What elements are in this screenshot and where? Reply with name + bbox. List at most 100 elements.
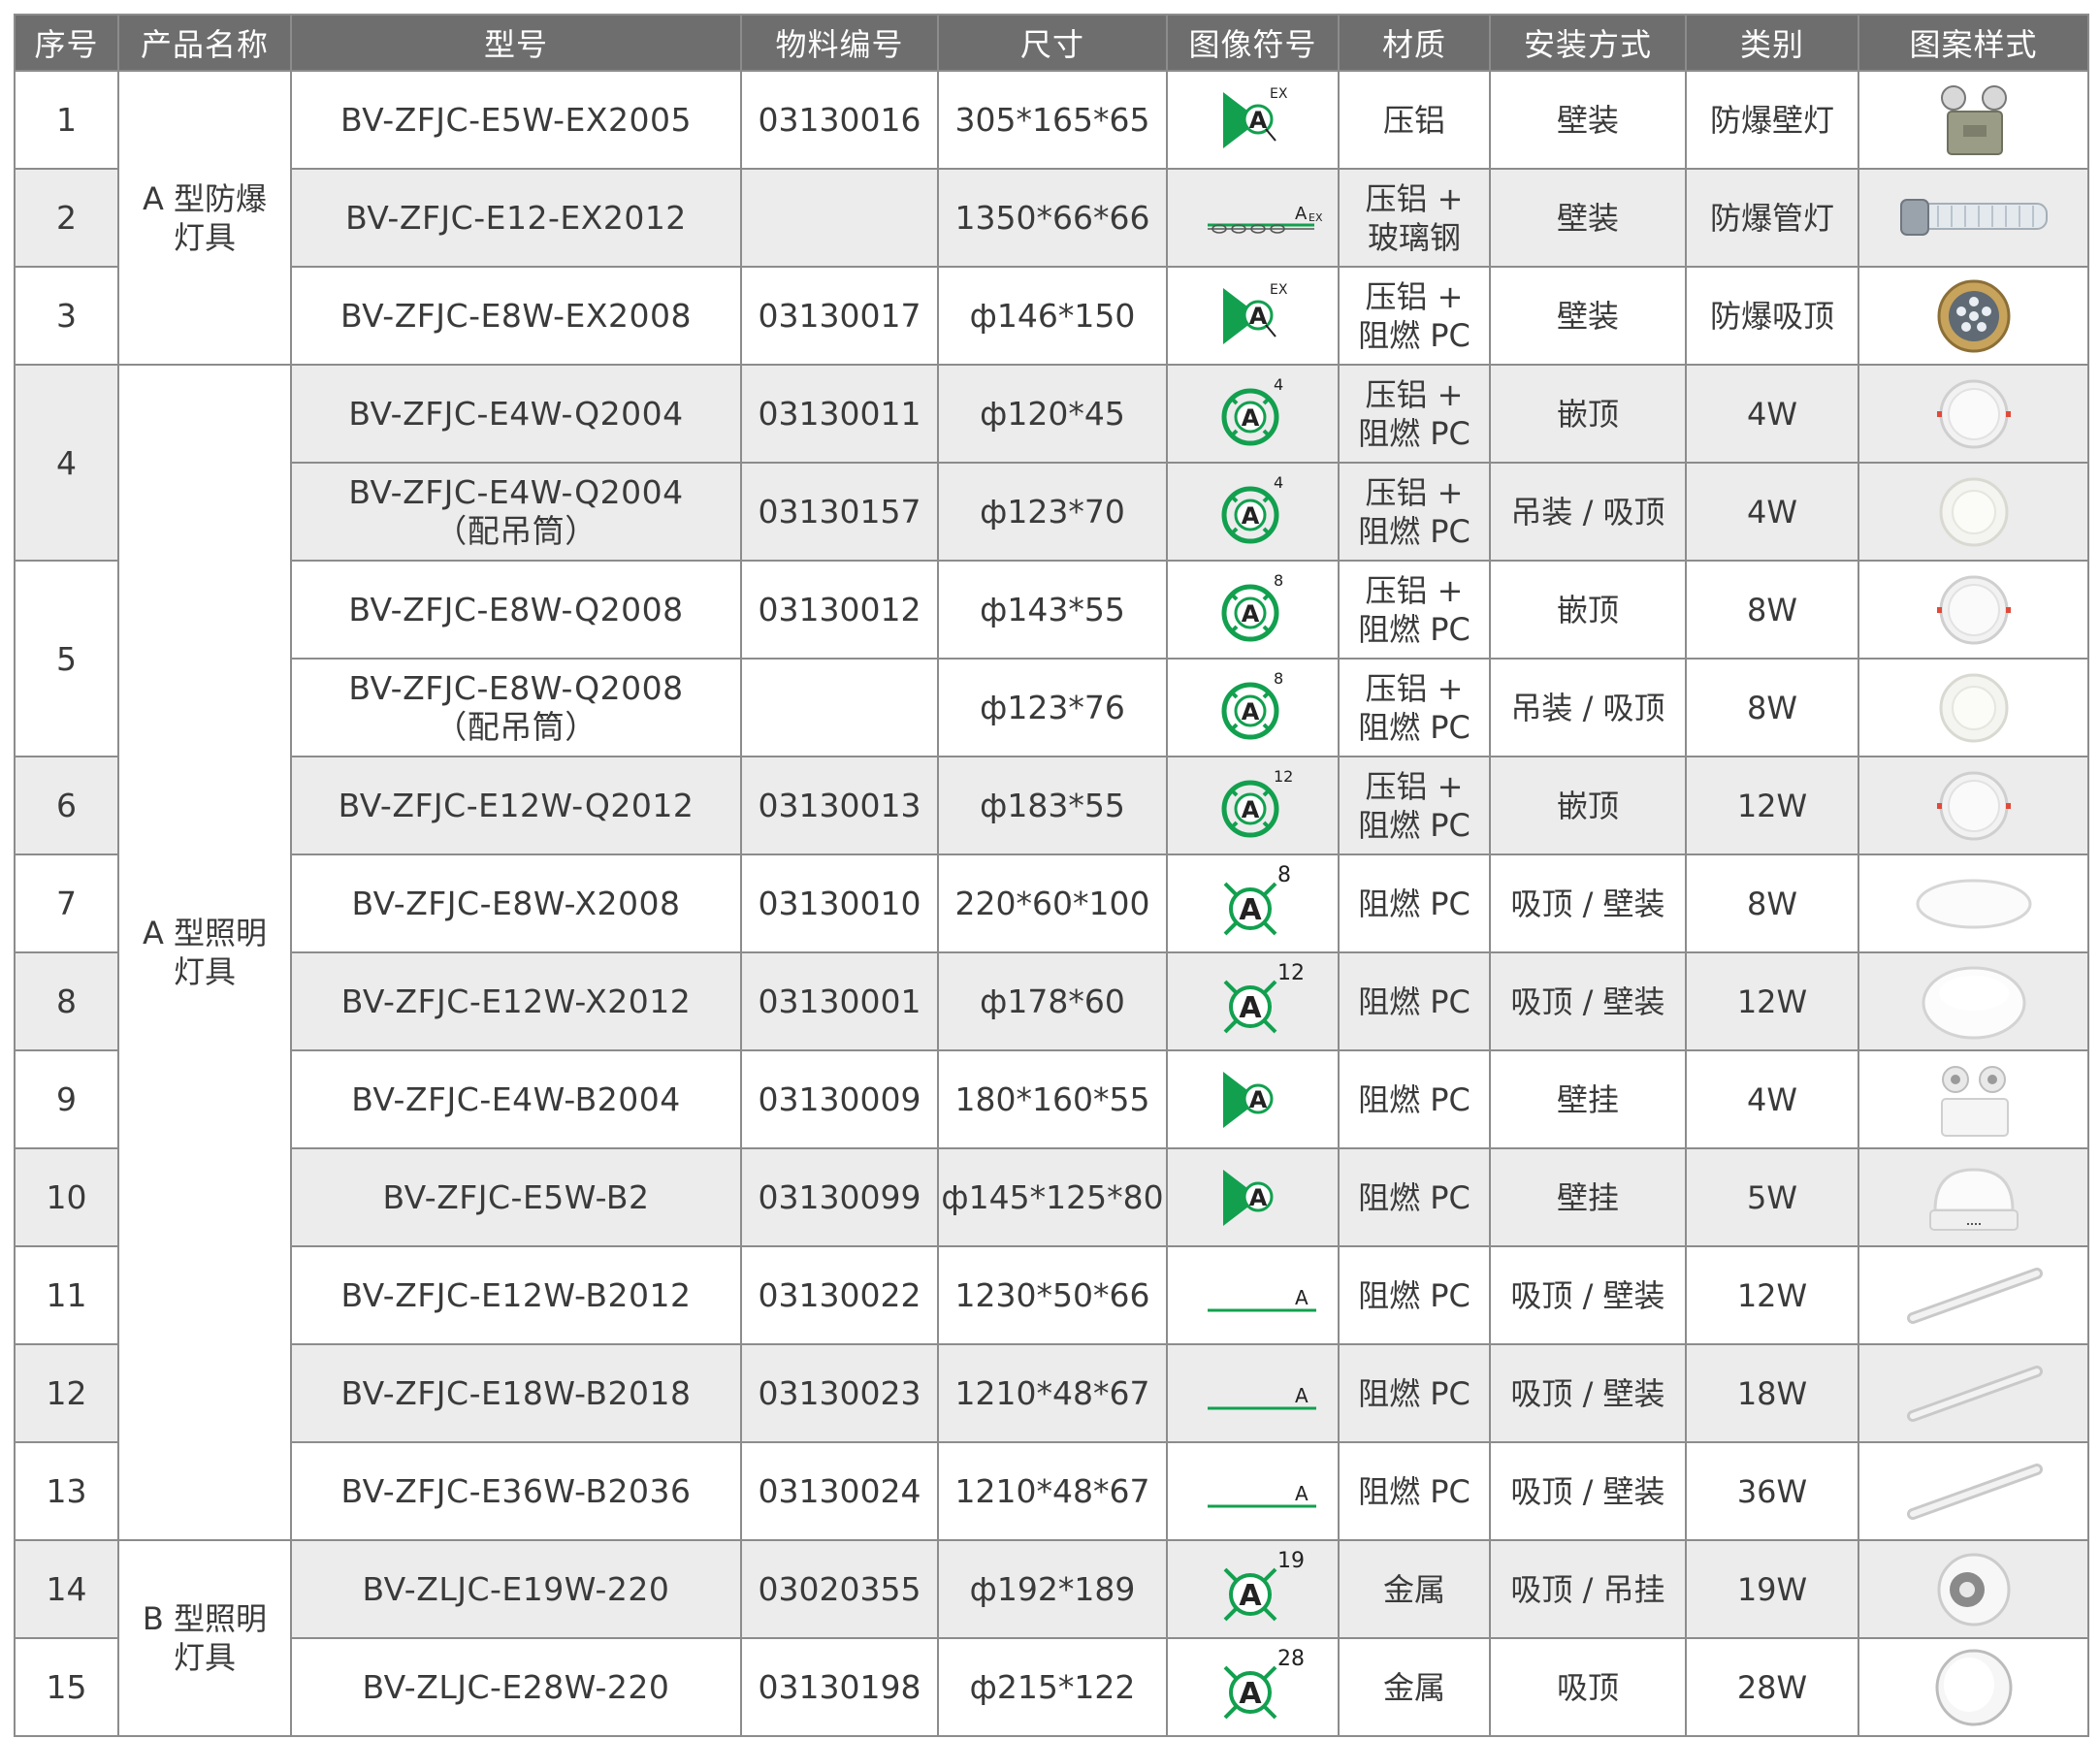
pattern-image-cell (1858, 168, 2089, 268)
size-cell: 220*60*100 (937, 853, 1168, 953)
symbol-cell: A8 (1166, 560, 1340, 660)
svg-text:A: A (1248, 107, 1267, 134)
table-row: 2 BV-ZFJC-E12-EX2012 1350*66*66 A EX 压铝 + 玻璃钢壁… (14, 168, 2089, 268)
category-cell: 防爆壁灯 (1685, 70, 1859, 170)
twin-spot-emergency-light-icon (1940, 1065, 2009, 1137)
table-row: 13 BV-ZFJC-E36W-B2036 03130024 1210*48*67 A 阻… (14, 1441, 2089, 1541)
size-cell: ф123*70 (937, 462, 1168, 562)
header-model: 型号 (290, 14, 742, 72)
seq-cell: 6 (14, 756, 119, 855)
table-row: 7 BV-ZFJC-E8W-X2008 03130010 220*60*100 A 8 阻燃… (14, 853, 2089, 953)
header-material: 材质 (1338, 14, 1491, 72)
install-cell: 壁挂 (1489, 1147, 1687, 1247)
category-cell: 防爆管灯 (1685, 168, 1859, 268)
install-cell: 吸顶 / 壁装 (1489, 1441, 1687, 1541)
table-row: BV-ZFJC-E8W-Q2008 （配吊筒） ф123*76 A 8 压铝 + 阻燃 PC… (15, 658, 2089, 757)
symbol-ring-icon: A4 (1221, 473, 1283, 543)
symbol-tube-ex-icon: A EX (1207, 204, 1323, 234)
pattern-image-cell (1858, 658, 2089, 757)
table-row: 4A 型照明 灯具 BV-ZFJC-E4W-Q2004 03130011 ф120*45… (14, 364, 2089, 1541)
model-cell: BV-ZFJC-E8W-X2008 (290, 853, 742, 953)
symbol-flag-icon: A (1222, 1169, 1273, 1226)
size-cell: 1350*66*66 (937, 168, 1168, 268)
symbol-cell: A4 (1166, 364, 1340, 464)
pattern-image-cell (1858, 756, 2089, 855)
size-cell: ф215*122 (937, 1637, 1168, 1737)
size-cell: ф143*55 (937, 560, 1168, 660)
material-cell: 阻燃 PC (1338, 853, 1491, 953)
svg-text:A: A (1248, 1086, 1267, 1113)
header-pattern: 图案样式 (1858, 14, 2089, 72)
model-cell: BV-ZFJC-E5W-B2 (290, 1147, 742, 1247)
install-cell: 壁装 (1489, 70, 1687, 170)
material-code-cell: 03130023 (740, 1343, 939, 1443)
symbol-superscript: 19 (1277, 1549, 1305, 1573)
batten-tube-light-icon (1906, 1463, 2043, 1520)
symbol-cell: A8 (1166, 853, 1340, 953)
material-code-cell: 03130009 (740, 1049, 939, 1149)
symbol-superscript: EX (1270, 282, 1288, 298)
size-cell: ф145*125*80 (937, 1147, 1168, 1247)
model-cell: BV-ZLJC-E28W-220 (290, 1637, 742, 1737)
install-cell: 嵌顶 (1489, 756, 1687, 855)
material-code-cell: 03130017 (740, 266, 939, 366)
seq-cell: 14 (14, 1539, 119, 1639)
pattern-image-cell (1858, 951, 2089, 1051)
seq-cell: 7 (14, 853, 119, 953)
pattern-image-cell (1858, 1539, 2089, 1639)
symbol-ring-icon: A8 (1221, 571, 1283, 641)
symbol-cell: A EX (1166, 266, 1340, 366)
symbol-superscript: EX (1270, 86, 1288, 102)
install-cell: 吸顶 / 壁装 (1489, 1245, 1687, 1345)
symbol-cell: A (1166, 1245, 1340, 1345)
symbol-cross-icon: A 19 (1223, 1549, 1305, 1621)
category-cell: 5W (1685, 1147, 1859, 1247)
table-row: 12 BV-ZFJC-E18W-B2018 03130023 1210*48*67 A 阻… (14, 1343, 2089, 1443)
model-cell: BV-ZFJC-E4W-Q2004 （配吊筒） (290, 462, 742, 562)
material-cell: 阻燃 PC (1338, 1343, 1491, 1443)
header-product-name: 产品名称 (117, 14, 292, 72)
size-cell: ф123*76 (937, 658, 1168, 757)
seq-cell: 12 (14, 1343, 119, 1443)
svg-text:A: A (1241, 698, 1259, 725)
symbol-superscript: EX (1308, 211, 1323, 224)
material-cell: 压铝 + 阻燃 PC (1338, 658, 1491, 757)
symbol-cell: A 19 (1166, 1539, 1340, 1639)
material-cell: 金属 (1338, 1637, 1491, 1737)
header-install: 安装方式 (1489, 14, 1687, 72)
material-code-cell: 03020355 (740, 1539, 939, 1639)
material-code-cell: 03130099 (740, 1147, 939, 1247)
header-symbol: 图像符号 (1166, 14, 1340, 72)
category-cell: 18W (1685, 1343, 1859, 1443)
symbol-flag-icon: A (1222, 1071, 1273, 1128)
symbol-cross-icon: A8 (1223, 863, 1291, 935)
material-code-cell: 03130001 (740, 951, 939, 1051)
product-group-cell: A 型照明 灯具 (117, 364, 292, 1541)
symbol-line-icon: A (1207, 1384, 1316, 1409)
model-cell: BV-ZFJC-E18W-B2018 (290, 1343, 742, 1443)
recessed-downlight-icon (1936, 379, 2011, 448)
category-cell: 4W (1685, 364, 1859, 464)
symbol-cell: A (1166, 1147, 1340, 1247)
symbol-flag-icon: AEX (1222, 86, 1288, 148)
category-cell: 防爆吸顶 (1685, 266, 1859, 366)
table-row: 14 B 型照明 灯具 BV-ZLJC-E19W-220 03020355 ф192*18… (14, 1539, 2089, 1737)
material-code-cell: 03130011 (740, 364, 939, 464)
twin-head-explosion-proof-light-icon (1940, 84, 2007, 155)
explosion-proof-ceiling-light-icon (1937, 279, 2010, 352)
batten-tube-light-icon (1906, 1267, 2043, 1324)
category-cell: 12W (1685, 756, 1859, 855)
model-cell: BV-ZFJC-E4W-Q2004 (290, 364, 742, 464)
symbol-superscript: 4 (1274, 375, 1283, 394)
seq-cell: 11 (14, 1245, 119, 1345)
batten-tube-light-icon (1906, 1365, 2043, 1422)
category-cell: 8W (1685, 560, 1859, 660)
table-row: 6 BV-ZFJC-E12W-Q2012 03130013 ф183*55 A 12 压铝 … (14, 756, 2089, 855)
size-cell: 1210*48*67 (937, 1441, 1168, 1541)
pattern-image-cell (1858, 1441, 2089, 1541)
symbol-cell: A 12 (1166, 756, 1340, 855)
symbol-superscript: 4 (1274, 473, 1283, 492)
recessed-downlight-icon (1936, 771, 2011, 840)
material-code-cell: 03130016 (740, 70, 939, 170)
symbol-superscript: 12 (1277, 961, 1305, 985)
